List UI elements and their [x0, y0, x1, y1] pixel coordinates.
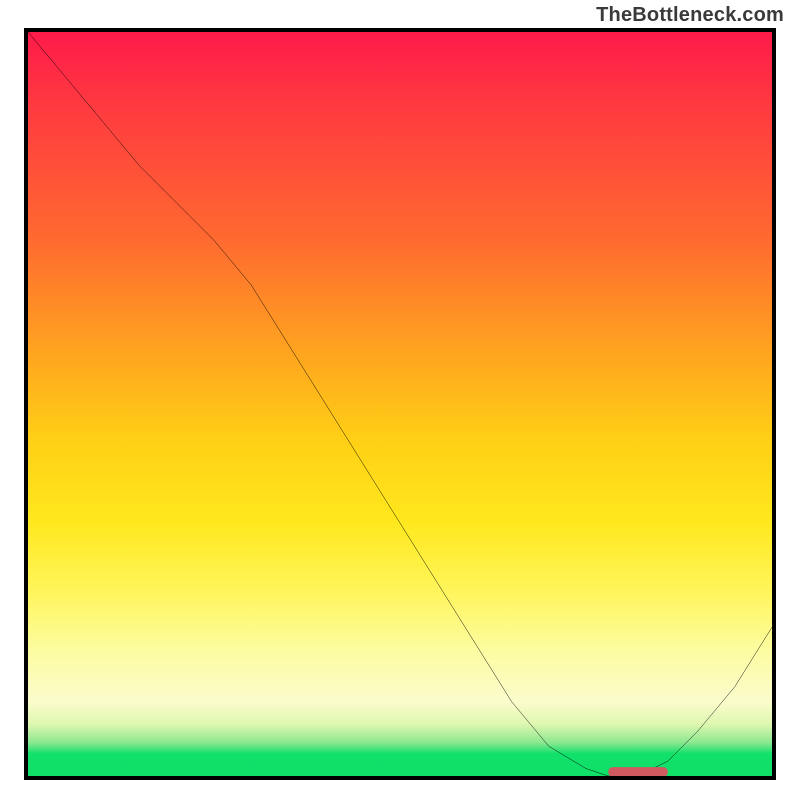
plot-frame — [24, 28, 776, 780]
bottleneck-curve-path — [28, 32, 772, 776]
plot-area — [28, 32, 772, 776]
optimal-range-marker — [608, 767, 668, 776]
curve-layer — [28, 32, 772, 776]
watermark-text: TheBottleneck.com — [596, 4, 784, 27]
bottleneck-chart: TheBottleneck.com — [0, 0, 800, 800]
